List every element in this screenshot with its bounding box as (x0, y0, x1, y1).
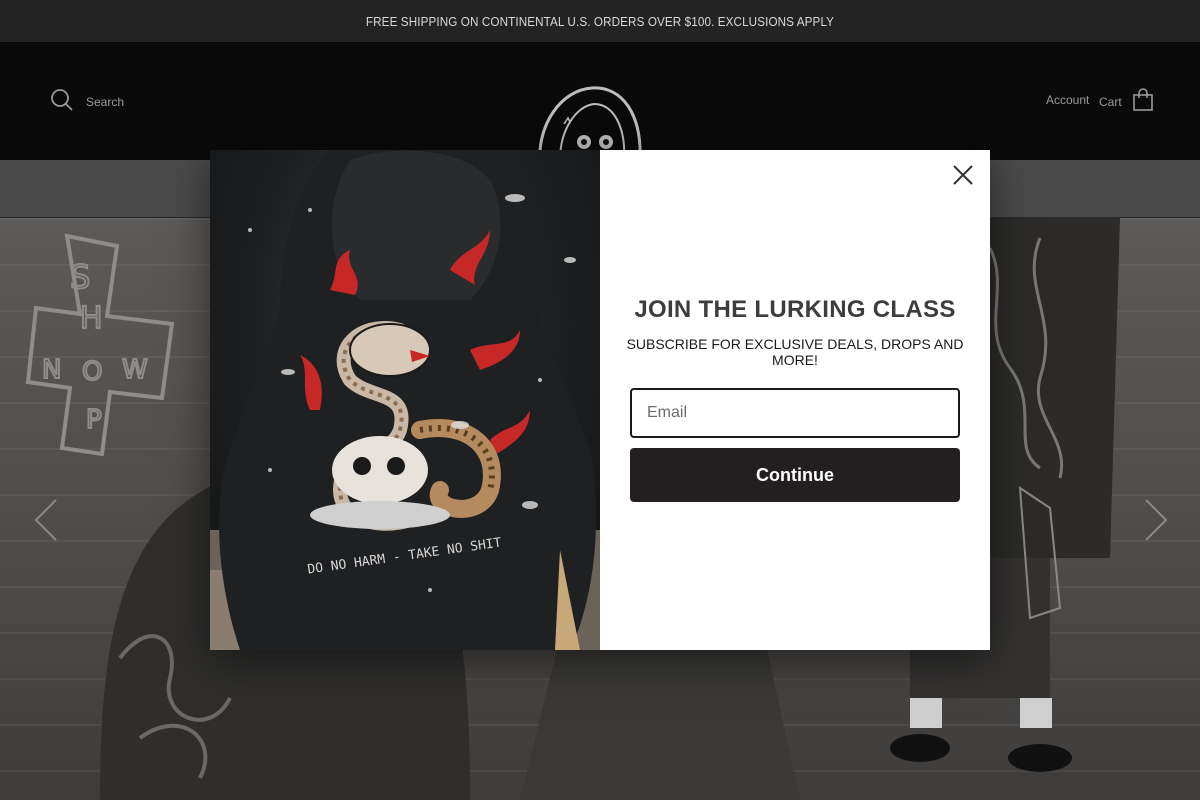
close-icon (953, 165, 973, 185)
chevron-left-icon (34, 499, 57, 541)
slideshow-next-button[interactable] (1140, 498, 1170, 542)
search-button[interactable]: Search (50, 88, 124, 115)
modal-headline: JOIN THE LURKING CLASS (634, 296, 956, 323)
site-header: Search Account Cart (0, 42, 1200, 160)
account-link[interactable]: Account (1046, 93, 1089, 107)
cart-link[interactable]: Cart (1099, 88, 1154, 115)
brand-logo[interactable] (530, 86, 660, 160)
email-input[interactable] (630, 388, 960, 438)
chevron-right-icon (1145, 499, 1168, 541)
shopping-bag-icon (1132, 88, 1154, 115)
cart-label: Cart (1099, 94, 1122, 109)
modal-close-button[interactable] (950, 162, 976, 188)
announcement-text: FREE SHIPPING ON CONTINENTAL U.S. ORDERS… (60, 0, 1140, 42)
announcement-bar: FREE SHIPPING ON CONTINENTAL U.S. ORDERS… (0, 0, 1200, 42)
newsletter-form-panel: JOIN THE LURKING CLASS SUBSCRIBE FOR EXC… (600, 150, 990, 650)
search-icon (50, 88, 74, 115)
modal-subhead: SUBSCRIBE FOR EXCLUSIVE DEALS, DROPS AND… (626, 336, 964, 368)
slideshow-prev-button[interactable] (32, 498, 62, 542)
hooded-jacket-illustration: DO NO HARM - TAKE NO SHIT (210, 150, 600, 650)
newsletter-form: JOIN THE LURKING CLASS SUBSCRIBE FOR EXC… (620, 296, 970, 502)
search-label: Search (86, 94, 125, 109)
newsletter-modal: DO NO HARM - TAKE NO SHIT JOIN THE LURKI… (210, 150, 990, 650)
continue-button[interactable]: Continue (630, 448, 960, 502)
modal-promo-image: DO NO HARM - TAKE NO SHIT (210, 150, 600, 650)
